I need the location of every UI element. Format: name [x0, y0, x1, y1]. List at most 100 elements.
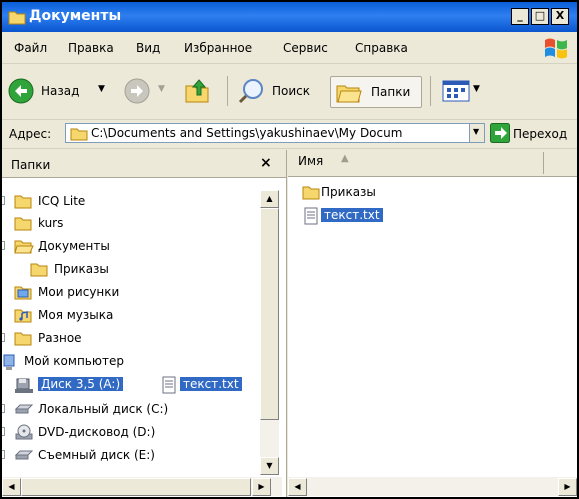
- address-input[interactable]: C:\Documents and Settings\yakushinaev\My…: [65, 123, 485, 143]
- scroll-right-button[interactable]: ▶: [558, 478, 577, 496]
- menu-help[interactable]: Справка: [355, 41, 408, 55]
- file-item-orders-folder[interactable]: Приказы: [302, 183, 502, 205]
- tree-item-misc[interactable]: Разное: [2, 328, 252, 350]
- address-bar: Адрес: C:\Documents and Settings\yakushi…: [2, 120, 577, 149]
- file-item-label: Приказы: [321, 185, 376, 199]
- expand-icon[interactable]: [2, 427, 5, 436]
- floppy-icon: [15, 378, 33, 393]
- tree-item-dvd-drive-d[interactable]: DVD-дисковод (D:): [2, 422, 252, 444]
- tree-item-kurs[interactable]: kurs: [2, 213, 252, 235]
- computer-icon: [3, 354, 15, 370]
- scroll-thumb[interactable]: [21, 478, 251, 496]
- toolbar-separator: [227, 76, 228, 106]
- file-item-label: текст.txt: [321, 208, 383, 222]
- back-button[interactable]: Назад ▼: [8, 78, 120, 106]
- tree-item-label: DVD-дисковод (D:): [38, 425, 156, 439]
- address-dropdown-button[interactable]: ▼: [469, 124, 484, 142]
- views-button[interactable]: ▼: [442, 78, 486, 106]
- views-dropdown-icon[interactable]: ▼: [473, 84, 480, 94]
- sort-ascending-icon: ▲: [341, 153, 349, 164]
- standard-toolbar: Назад ▼ ▼ Поиск Папки ▼: [2, 64, 577, 120]
- tree-item-label: Моя музыка: [38, 308, 114, 322]
- up-folder-icon: [185, 79, 209, 103]
- folder-icon: [14, 195, 32, 209]
- folder-icon: [70, 128, 88, 141]
- tree-item-my-computer[interactable]: Мой компьютер: [2, 351, 252, 373]
- text-file-icon: [304, 207, 318, 225]
- folders-pane: Папки × ICQ Lite kurs Документы Приказы …: [2, 150, 287, 497]
- close-pane-button[interactable]: ×: [260, 155, 272, 171]
- window-title: Документы: [29, 8, 122, 24]
- title-bar[interactable]: Документы _ □ X: [2, 2, 577, 32]
- tree-item-label: Диск 3,5 (A:): [38, 377, 124, 391]
- folders-label: Папки: [371, 85, 411, 99]
- back-arrow-icon: [8, 78, 34, 104]
- text-file-icon: [162, 376, 176, 394]
- file-item-text-file[interactable]: текст.txt: [302, 206, 502, 228]
- windows-logo-icon: [545, 38, 567, 59]
- tree-item-documents[interactable]: Документы: [2, 236, 252, 258]
- forward-arrow-icon: [124, 78, 150, 104]
- tree-item-label: Локальный диск (C:): [38, 402, 169, 416]
- menu-tools[interactable]: Сервис: [283, 41, 328, 55]
- tree-item-label: Мои рисунки: [38, 285, 120, 299]
- tree-item-my-pictures[interactable]: Мои рисунки: [2, 282, 252, 304]
- horizontal-scrollbar[interactable]: ◀ ▶: [2, 477, 282, 496]
- toolbar-separator: [430, 76, 431, 106]
- back-dropdown-icon[interactable]: ▼: [98, 84, 105, 94]
- tree-item-orders[interactable]: Приказы: [2, 259, 252, 281]
- menu-view[interactable]: Вид: [136, 41, 160, 55]
- go-button[interactable]: Переход: [513, 127, 567, 141]
- folders-pane-title: Папки: [11, 158, 51, 172]
- menu-file[interactable]: Файл: [14, 41, 47, 55]
- expand-icon[interactable]: [2, 241, 5, 250]
- column-header-name[interactable]: Имя ▲: [288, 150, 577, 177]
- close-button[interactable]: X: [551, 8, 569, 25]
- folder-icon: [8, 11, 26, 25]
- search-button[interactable]: Поиск: [238, 78, 324, 106]
- go-arrow-icon[interactable]: [490, 123, 510, 143]
- maximize-button[interactable]: □: [531, 8, 549, 25]
- scroll-left-button[interactable]: ◀: [2, 478, 21, 496]
- menu-edit[interactable]: Правка: [68, 41, 114, 55]
- back-label: Назад: [41, 84, 80, 98]
- tree-item-my-music[interactable]: Моя музыка: [2, 305, 252, 327]
- menu-bar: Файл Правка Вид Избранное Сервис Справка: [2, 32, 577, 64]
- scroll-down-button[interactable]: ▼: [260, 457, 279, 475]
- removable-disk-icon: [14, 450, 34, 460]
- dragged-file-label: текст.txt: [180, 377, 242, 391]
- forward-dropdown-icon[interactable]: ▼: [158, 84, 165, 94]
- expand-icon[interactable]: [2, 196, 5, 205]
- folders-button[interactable]: Папки: [330, 76, 422, 108]
- tree-item-label: Мой компьютер: [24, 354, 124, 368]
- menu-favorites[interactable]: Избранное: [184, 41, 252, 55]
- tree-item-local-disk-c[interactable]: Локальный диск (C:): [2, 399, 252, 421]
- tree-item-label: Приказы: [54, 262, 109, 276]
- scroll-right-button[interactable]: ▶: [252, 478, 271, 496]
- tree-item-floppy[interactable]: Диск 3,5 (A:) текст.txt: [2, 374, 272, 396]
- vertical-scrollbar[interactable]: ▲ ▼: [260, 190, 279, 475]
- tree-item-icq-lite[interactable]: ICQ Lite: [2, 191, 252, 213]
- folders-pane-header: Папки ×: [2, 150, 286, 178]
- scroll-up-button[interactable]: ▲: [260, 190, 279, 208]
- column-separator[interactable]: [543, 152, 544, 174]
- file-list-pane: Имя ▲ Приказы текст.txt ◀ ▶: [288, 150, 577, 497]
- expand-icon[interactable]: [2, 333, 5, 342]
- dvd-drive-icon: [15, 424, 33, 440]
- tree-item-label: kurs: [38, 216, 64, 230]
- folder-icon: [14, 332, 32, 346]
- scroll-left-button[interactable]: ◀: [288, 478, 307, 496]
- expand-icon[interactable]: [2, 404, 5, 413]
- horizontal-scrollbar[interactable]: ◀ ▶: [288, 477, 577, 496]
- minimize-button[interactable]: _: [511, 8, 529, 25]
- tree-item-removable-disk-e[interactable]: Съемный диск (E:): [2, 445, 252, 467]
- expand-icon[interactable]: [2, 450, 5, 459]
- explorer-window: Документы _ □ X Файл Правка Вид Избранно…: [0, 0, 579, 499]
- tree-item-label: ICQ Lite: [38, 194, 86, 208]
- up-folder-button[interactable]: [182, 76, 216, 106]
- hard-disk-icon: [14, 404, 34, 414]
- tree-item-label: Съемный диск (E:): [38, 448, 155, 462]
- music-folder-icon: [14, 309, 32, 323]
- forward-button[interactable]: ▼: [124, 78, 172, 106]
- scroll-thumb[interactable]: [260, 208, 279, 420]
